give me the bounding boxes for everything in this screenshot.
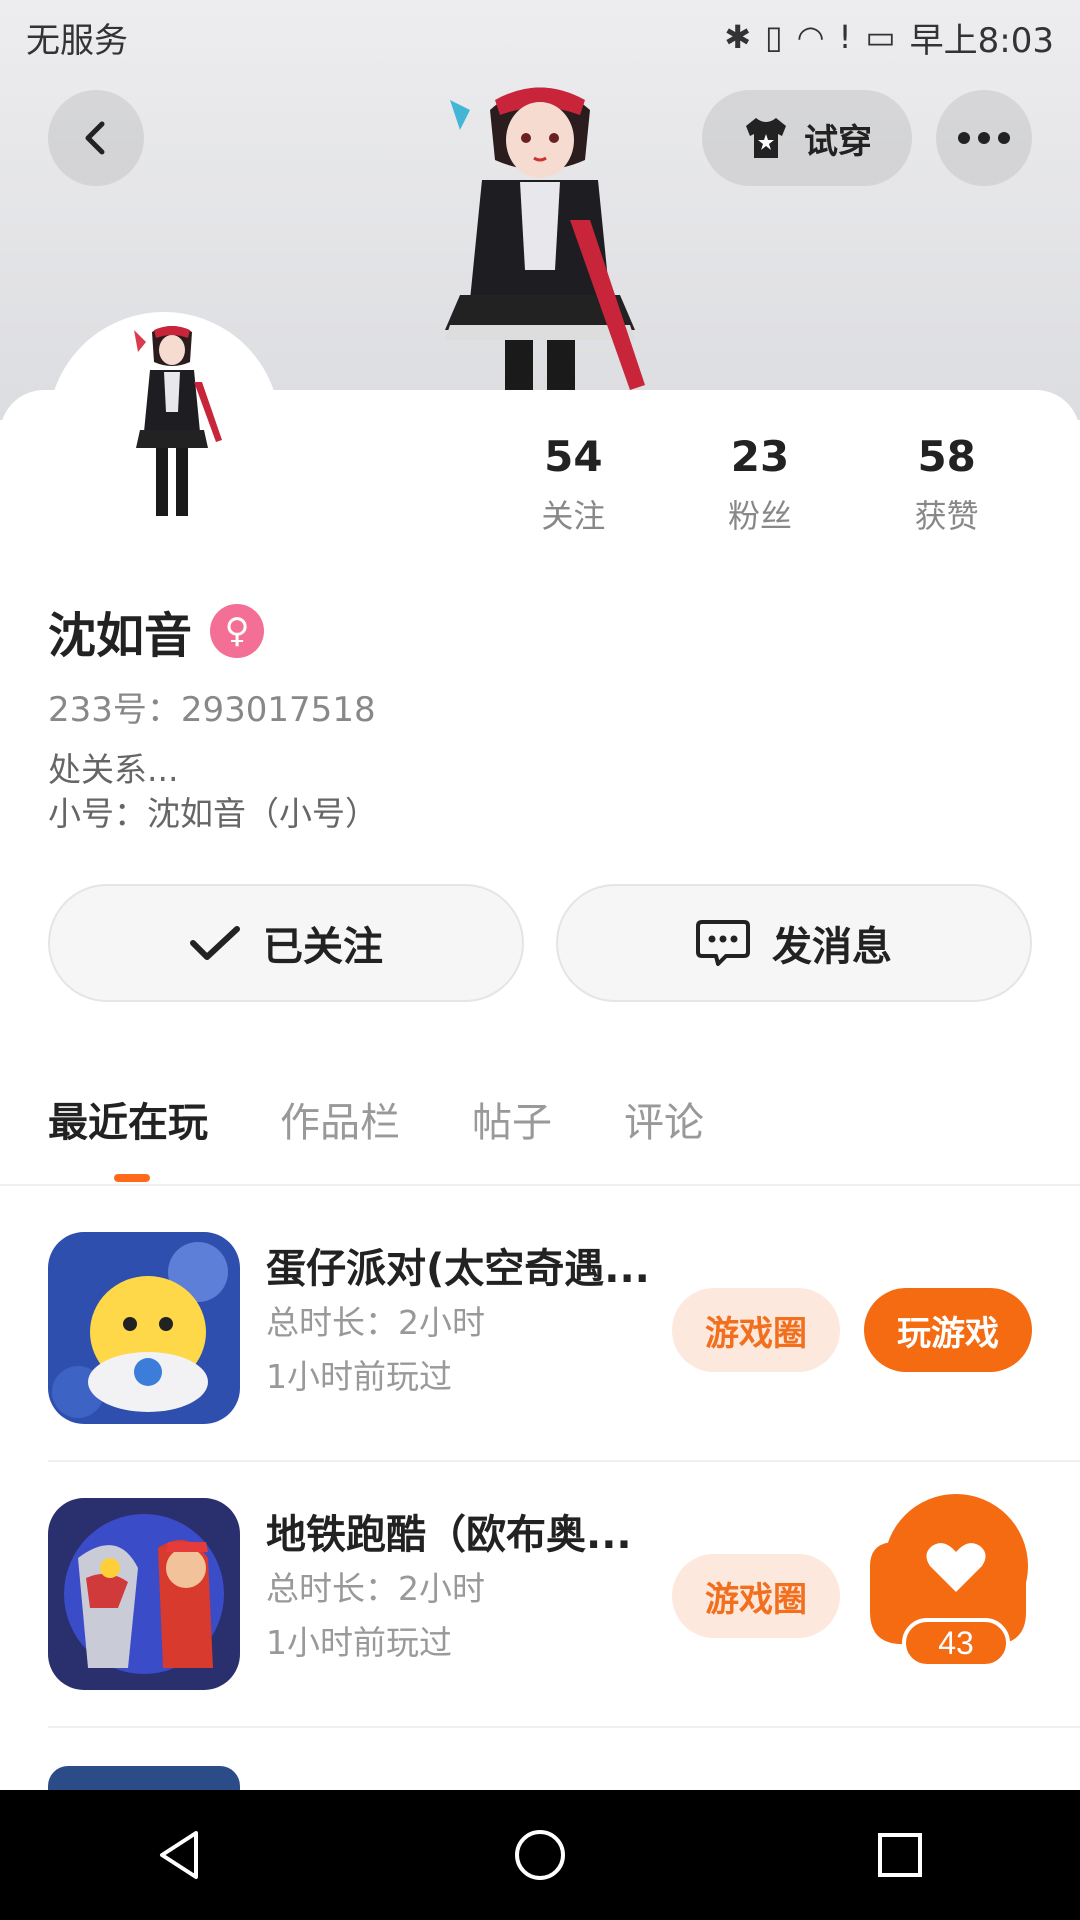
alert-icon: !	[838, 18, 852, 56]
stat-following[interactable]: 54 关注	[480, 432, 667, 537]
female-gender-icon: ♀	[210, 604, 265, 658]
try-on-label: 试穿	[804, 121, 872, 162]
clock-text: 早上8:03	[909, 20, 1054, 61]
tab-recently-played[interactable]: 最近在玩	[48, 1090, 208, 1148]
chevron-left-icon	[85, 121, 105, 155]
nav-back-icon[interactable]	[150, 1825, 210, 1885]
bluetooth-icon: ✱	[724, 18, 752, 56]
status-bar: 无服务 ✱ ▯ ◠ ! ▭ 早上8:03	[0, 0, 1080, 74]
bio-line: 小号：沈如音（小号）	[48, 794, 378, 833]
more-button[interactable]	[936, 90, 1032, 186]
battery-icon: ▭	[865, 18, 896, 56]
following-button[interactable]: 已关注	[48, 884, 524, 1002]
back-button[interactable]	[48, 90, 144, 186]
bio-line: 处关系...	[48, 750, 179, 789]
chat-bubble-icon	[696, 920, 750, 966]
vibrate-icon: ▯	[765, 18, 783, 56]
avatar-thumbnail-figure	[134, 326, 222, 516]
system-navigation-bar	[0, 1790, 1080, 1920]
shirt-icon	[746, 118, 786, 158]
profile-stats: 54 关注 23 粉丝 58 获赞	[480, 432, 1040, 537]
stat-number: 23	[730, 432, 790, 481]
game-duration: 总时长：2小时	[266, 1303, 485, 1342]
active-tab-indicator	[114, 1174, 150, 1182]
row-divider	[48, 1726, 1080, 1728]
game-icon-subway-surfers	[48, 1498, 240, 1690]
stat-number: 58	[917, 432, 976, 481]
game-title: 蛋仔派对(太空奇遇...	[266, 1246, 650, 1292]
stat-label: 获赞	[914, 497, 979, 535]
stat-number: 54	[544, 432, 603, 481]
user-bio: 处关系... 小号：沈如音（小号）	[48, 748, 378, 836]
game-circle-button[interactable]: 游戏圈	[672, 1554, 840, 1638]
game-title: 地铁跑酷（欧布奥...	[266, 1512, 632, 1558]
send-message-label: 发消息	[772, 924, 892, 970]
list-item[interactable]: 蛋仔派对(太空奇遇... 总时长：2小时 1小时前玩过 游戏圈 玩游戏	[0, 1186, 1080, 1452]
game-circle-button[interactable]: 游戏圈	[672, 1288, 840, 1372]
game-icon-eggy-party	[48, 1232, 240, 1424]
following-label: 已关注	[263, 924, 383, 970]
tab-comments[interactable]: 评论	[624, 1090, 704, 1148]
game-last-played: 1小时前玩过	[266, 1623, 452, 1662]
send-message-button[interactable]: 发消息	[556, 884, 1032, 1002]
user-id: 233号：293017518	[48, 690, 376, 730]
carrier-text: 无服务	[26, 20, 128, 61]
wifi-icon: ◠	[796, 18, 825, 56]
user-name: 沈如音	[48, 608, 193, 664]
game-duration: 总时长：2小时	[266, 1569, 485, 1608]
game-last-played: 1小时前玩过	[266, 1357, 452, 1396]
tab-posts[interactable]: 帖子	[472, 1090, 552, 1148]
stat-label: 关注	[541, 497, 606, 535]
stat-likes[interactable]: 58 获赞	[853, 432, 1040, 537]
nav-home-icon[interactable]	[510, 1825, 570, 1885]
play-game-button[interactable]: 玩游戏	[864, 1288, 1032, 1372]
more-dots-icon	[958, 132, 1010, 144]
nav-recents-icon[interactable]	[870, 1825, 930, 1885]
tab-works[interactable]: 作品栏	[280, 1090, 400, 1148]
stat-fans[interactable]: 23 粉丝	[667, 432, 854, 537]
profile-tabs: 最近在玩 作品栏 帖子 评论	[48, 1090, 704, 1148]
stat-label: 粉丝	[728, 497, 793, 535]
checkmark-icon	[190, 926, 240, 960]
like-count: 43	[938, 1625, 974, 1661]
name-row: 沈如音 ♀	[48, 596, 265, 666]
floating-like-button[interactable]: 43	[864, 1494, 1032, 1674]
avatar-3d-figure	[445, 87, 645, 390]
try-on-button[interactable]: 试穿	[702, 90, 912, 186]
